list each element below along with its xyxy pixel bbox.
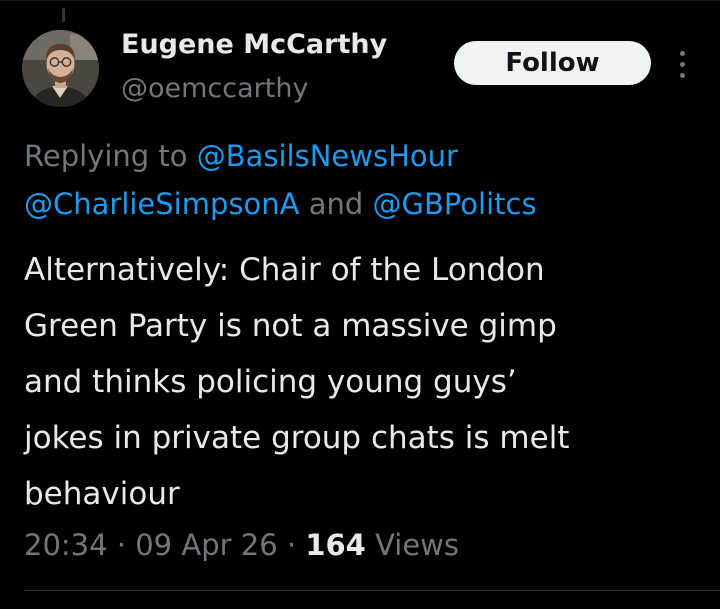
bottom-divider (24, 590, 720, 591)
tweet-line: jokes in private group chats is melt (24, 420, 570, 456)
meta-separator: · (107, 528, 136, 562)
thread-connector-line (62, 8, 65, 22)
avatar-image (22, 30, 99, 107)
meta-separator: · (277, 528, 306, 562)
author-avatar[interactable] (22, 30, 99, 107)
tweet-metadata: 20:34 · 09 Apr 26 · 164 Views (24, 523, 459, 567)
author-display-name[interactable]: Eugene McCarthy (121, 28, 387, 62)
top-divider (0, 0, 720, 1)
mention-link-charliesimpsona[interactable]: @CharlieSimpsonA (24, 187, 299, 221)
tweet-line: and thinks policing young guys’ (24, 364, 517, 400)
replying-conjunction: and (299, 187, 373, 221)
more-dot (679, 72, 685, 78)
views-count[interactable]: 164 (305, 528, 366, 562)
mention-link-gbpolitcs[interactable]: @GBPolitcs (372, 187, 536, 221)
tweet-date[interactable]: 09 Apr 26 (135, 528, 277, 562)
views-label: Views (365, 528, 460, 562)
more-dot (679, 61, 685, 67)
more-options-icon[interactable] (670, 44, 694, 84)
tweet-line: Green Party is not a massive gimp (24, 308, 557, 344)
tweet-time[interactable]: 20:34 (24, 528, 108, 562)
replying-to-line: Replying to @BasilsNewsHour @CharlieSimps… (24, 132, 704, 228)
more-dot (679, 50, 685, 56)
mention-link-basilsnewshour[interactable]: @BasilsNewsHour (197, 139, 458, 173)
tweet-line: Alternatively: Chair of the London (24, 252, 545, 288)
tweet-line: behaviour (24, 476, 180, 512)
tweet-body: Alternatively: Chair of the London Green… (24, 242, 704, 522)
replying-prefix: Replying to (24, 139, 197, 173)
follow-button[interactable]: Follow (454, 41, 651, 85)
author-handle[interactable]: @oemccarthy (121, 72, 308, 106)
